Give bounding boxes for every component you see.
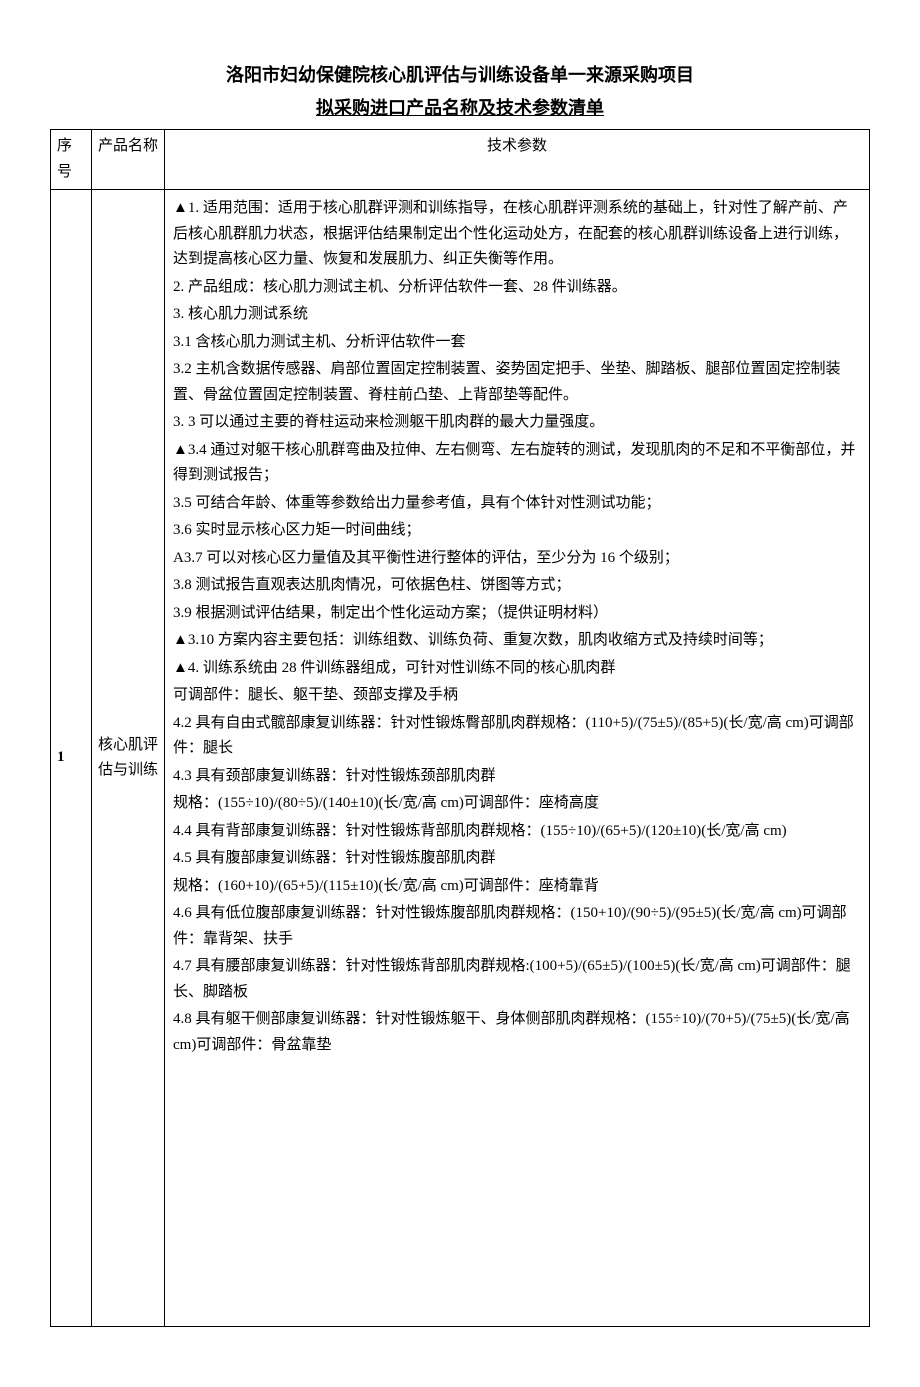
param-line: A3.7 可以对核心区力量值及其平衡性进行整体的评估，至少分为 16 个级别；	[173, 546, 861, 572]
param-line: 3. 3 可以通过主要的脊柱运动来检测躯干肌肉群的最大力量强度。	[173, 410, 861, 436]
param-line: 3.8 测试报告直观表达肌肉情况，可依据色柱、饼图等方式；	[173, 573, 861, 599]
cell-seq: 1	[51, 190, 92, 1327]
param-line: 4.7 具有腰部康复训练器：针对性锻炼背部肌肉群规格:(100+5)/(65±5…	[173, 954, 861, 1005]
document-title: 洛阳市妇幼保健院核心肌评估与训练设备单一来源采购项目	[50, 60, 870, 91]
param-line: 3.2 主机含数据传感器、肩部位置固定控制装置、姿势固定把手、坐垫、脚踏板、腿部…	[173, 357, 861, 408]
cell-params: ▲1. 适用范围：适用于核心肌群评测和训练指导，在核心肌群评测系统的基础上，针对…	[165, 190, 870, 1327]
param-line: 3.9 根据测试评估结果，制定出个性化运动方案；（提供证明材料）	[173, 601, 861, 627]
param-line: 规格：(160+10)/(65+5)/(115±10)(长/宽/高 cm)可调部…	[173, 874, 861, 900]
param-line: 4.6 具有低位腹部康复训练器：针对性锻炼腹部肌肉群规格：(150+10)/(9…	[173, 901, 861, 952]
param-line: 4.2 具有自由式髋部康复训练器：针对性锻炼臀部肌肉群规格：(110+5)/(7…	[173, 711, 861, 762]
blank-space	[173, 1060, 861, 1320]
document-subtitle: 拟采购进口产品名称及技术参数清单	[50, 93, 870, 124]
param-line: 4.8 具有躯干侧部康复训练器：针对性锻炼躯干、身体侧部肌肉群规格：(155÷1…	[173, 1007, 861, 1058]
param-line: 2. 产品组成：核心肌力测试主机、分析评估软件一套、28 件训练器。	[173, 275, 861, 301]
param-line: 3.6 实时显示核心区力矩一时间曲线；	[173, 518, 861, 544]
param-line: 4.3 具有颈部康复训练器：针对性锻炼颈部肌肉群	[173, 764, 861, 790]
param-line: ▲3.4 通过对躯干核心肌群弯曲及拉伸、左右侧弯、左右旋转的测试，发现肌肉的不足…	[173, 438, 861, 489]
spec-table: 序号 产品名称 技术参数 1 核心肌评估与训练 ▲1. 适用范围：适用于核心肌群…	[50, 129, 870, 1327]
param-line: ▲3.10 方案内容主要包括：训练组数、训练负荷、重复次数，肌肉收缩方式及持续时…	[173, 628, 861, 654]
param-line: ▲4. 训练系统由 28 件训练器组成，可针对性训练不同的核心肌肉群	[173, 656, 861, 682]
header-name: 产品名称	[92, 130, 165, 190]
param-line: 3. 核心肌力测试系统	[173, 302, 861, 328]
cell-name: 核心肌评估与训练	[92, 190, 165, 1327]
param-line: ▲1. 适用范围：适用于核心肌群评测和训练指导，在核心肌群评测系统的基础上，针对…	[173, 196, 861, 273]
param-line: 4.4 具有背部康复训练器：针对性锻炼背部肌肉群规格：(155÷10)/(65+…	[173, 819, 861, 845]
param-line: 可调部件：腿长、躯干垫、颈部支撑及手柄	[173, 683, 861, 709]
param-line: 4.5 具有腹部康复训练器：针对性锻炼腹部肌肉群	[173, 846, 861, 872]
param-line: 3.5 可结合年龄、体重等参数给出力量参考值，具有个体针对性测试功能；	[173, 491, 861, 517]
param-line: 规格：(155÷10)/(80÷5)/(140±10)(长/宽/高 cm)可调部…	[173, 791, 861, 817]
param-line: 3.1 含核心肌力测试主机、分析评估软件一套	[173, 330, 861, 356]
header-param: 技术参数	[165, 130, 870, 190]
header-seq: 序号	[51, 130, 92, 190]
table-row: 1 核心肌评估与训练 ▲1. 适用范围：适用于核心肌群评测和训练指导，在核心肌群…	[51, 190, 870, 1327]
